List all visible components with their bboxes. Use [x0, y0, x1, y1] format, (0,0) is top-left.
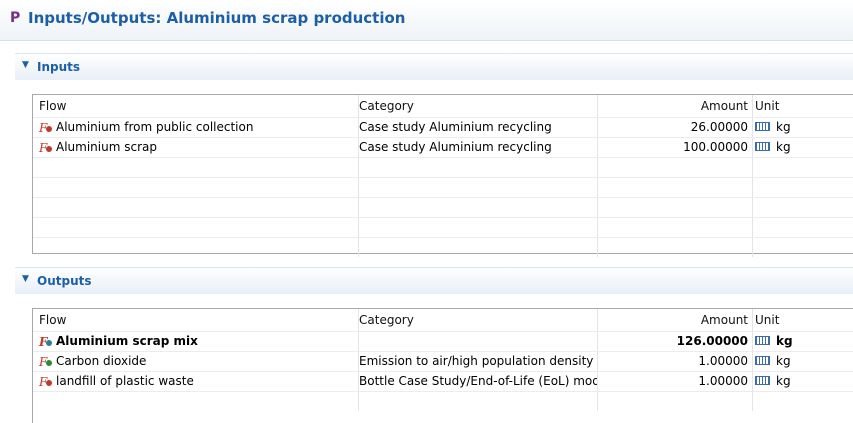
inputs-section-title: Inputs	[37, 60, 81, 74]
table-row[interactable]: F Carbon dioxide Emission to air/high pop…	[33, 351, 853, 371]
category-column-header[interactable]: Category	[353, 95, 598, 117]
flow-category: Case study Aluminium recycling	[353, 118, 598, 137]
table-row[interactable]: F Aluminium from public collection Case s…	[33, 117, 853, 137]
product-flow-icon: F	[39, 120, 53, 135]
inputs-table[interactable]: Flow Category Amount Unit F Aluminium fro…	[32, 94, 853, 257]
unit-column-header[interactable]: Unit	[749, 309, 853, 331]
collapse-triangle-icon[interactable]: ▼	[22, 60, 29, 70]
amount-column-header[interactable]: Amount	[592, 309, 753, 331]
unit-ruler-icon	[755, 142, 770, 151]
reference-product-flow-icon: F	[39, 334, 53, 349]
flow-category: Bottle Case Study/End-of-Life (EoL) mod.…	[353, 372, 598, 391]
flow-unit[interactable]: kg	[776, 334, 793, 348]
editor-header: P Inputs/Outputs: Aluminium scrap produc…	[0, 0, 853, 41]
outputs-section-title: Outputs	[37, 274, 92, 288]
flow-unit[interactable]: kg	[776, 374, 791, 388]
waste-flow-icon: F	[39, 374, 53, 389]
empty-row	[33, 197, 853, 217]
flow-amount[interactable]: 1.00000	[592, 352, 753, 371]
unit-ruler-icon	[755, 122, 770, 131]
flow-name: landfill of plastic waste	[56, 374, 194, 388]
inputs-section-header[interactable]: ▼ Inputs	[15, 53, 853, 80]
unit-ruler-icon	[755, 336, 770, 345]
flow-name: Aluminium scrap	[56, 140, 157, 154]
empty-row	[33, 237, 853, 257]
flow-name: Aluminium scrap mix	[56, 334, 198, 348]
elementary-flow-icon: F	[39, 354, 53, 369]
flow-amount[interactable]: 26.00000	[592, 118, 753, 137]
table-header: Flow Category Amount Unit	[33, 95, 853, 117]
flow-unit[interactable]: kg	[776, 140, 791, 154]
flow-name: Carbon dioxide	[56, 354, 147, 368]
table-row[interactable]: F Aluminium scrap Case study Aluminium re…	[33, 137, 853, 157]
process-p-icon: P	[10, 10, 21, 26]
flow-amount[interactable]: 1.00000	[592, 372, 753, 391]
outputs-table[interactable]: Flow Category Amount Unit F Aluminium scr…	[32, 308, 853, 423]
outputs-section-header[interactable]: ▼ Outputs	[15, 267, 853, 294]
flow-amount[interactable]: 100.00000	[592, 138, 753, 157]
unit-ruler-icon	[755, 356, 770, 365]
flow-unit[interactable]: kg	[776, 120, 791, 134]
empty-row	[33, 217, 853, 237]
collapse-triangle-icon[interactable]: ▼	[22, 274, 29, 284]
flow-category: Case study Aluminium recycling	[353, 138, 598, 157]
flow-column-header[interactable]: Flow	[33, 95, 359, 117]
product-flow-icon: F	[39, 140, 53, 155]
table-row[interactable]: F Aluminium scrap mix 126.00000 kg	[33, 331, 853, 351]
empty-row	[33, 157, 853, 177]
unit-ruler-icon	[755, 376, 770, 385]
table-row[interactable]: Flandfill of plastic waste Bottle Case S…	[33, 371, 853, 391]
flow-name: Aluminium from public collection	[56, 120, 254, 134]
category-column-header[interactable]: Category	[353, 309, 598, 331]
table-header: Flow Category Amount Unit	[33, 309, 853, 331]
flow-column-header[interactable]: Flow	[33, 309, 359, 331]
unit-column-header[interactable]: Unit	[749, 95, 853, 117]
flow-category: Emission to air/high population density	[353, 352, 598, 371]
flow-unit[interactable]: kg	[776, 354, 791, 368]
flow-amount[interactable]: 126.00000	[592, 332, 753, 351]
flow-category	[353, 332, 598, 351]
page-title: Inputs/Outputs: Aluminium scrap producti…	[28, 9, 406, 27]
empty-row	[33, 177, 853, 197]
empty-row	[33, 391, 853, 411]
amount-column-header[interactable]: Amount	[592, 95, 753, 117]
